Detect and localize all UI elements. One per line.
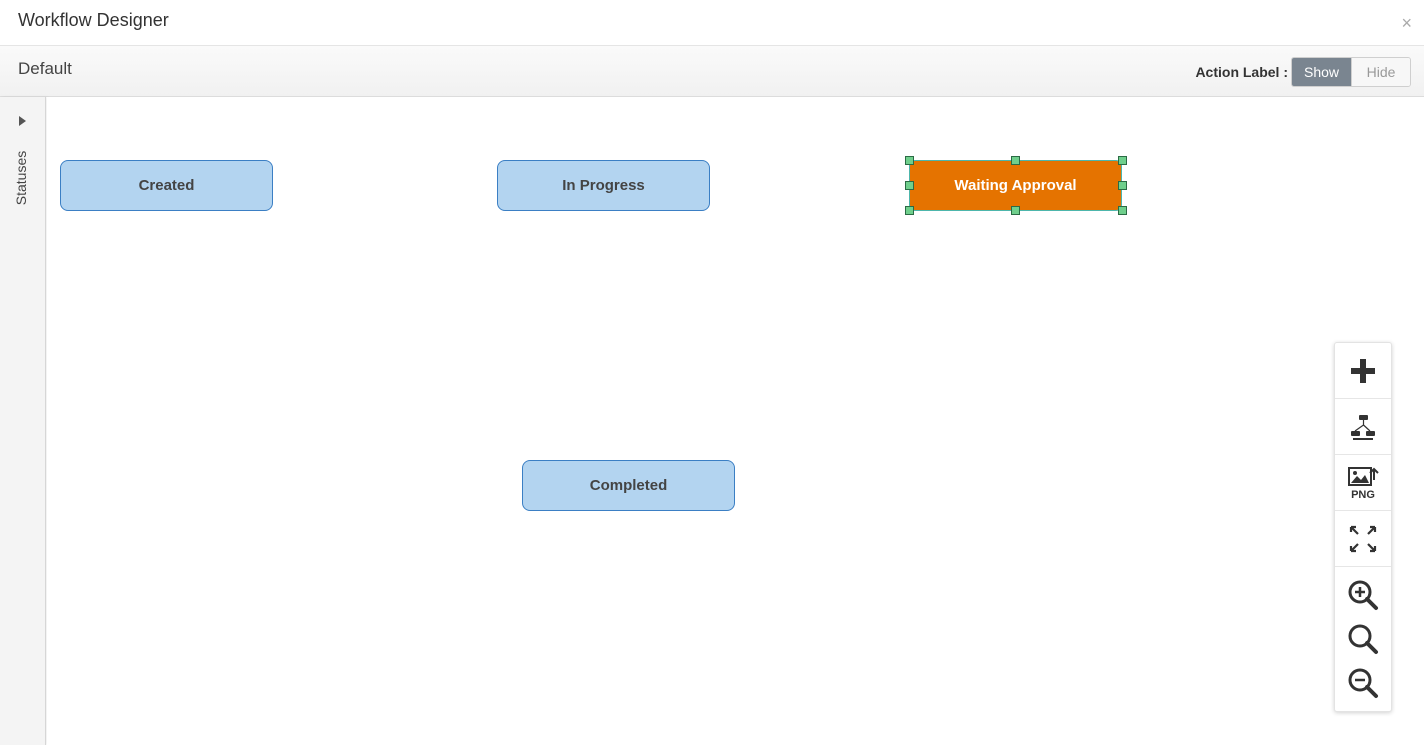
statuses-tab[interactable]: Statuses bbox=[6, 145, 36, 211]
workflow-name: Default bbox=[18, 59, 72, 78]
show-label-button[interactable]: Show bbox=[1292, 58, 1351, 86]
export-png-button[interactable]: PNG bbox=[1335, 455, 1391, 511]
zoom-in-button[interactable] bbox=[1335, 573, 1391, 617]
zoom-reset-button[interactable] bbox=[1335, 617, 1391, 661]
resize-handle-nw[interactable] bbox=[905, 156, 914, 165]
png-label: PNG bbox=[1351, 489, 1375, 500]
resize-handle-e[interactable] bbox=[1118, 181, 1127, 190]
zoom-reset-icon bbox=[1348, 624, 1378, 654]
statuses-label: Statuses bbox=[13, 150, 30, 206]
status-node-in-progress[interactable]: In Progress bbox=[497, 160, 710, 211]
auto-layout-button[interactable] bbox=[1335, 399, 1391, 455]
designer-toolbar: Default Action Label : Show Hide bbox=[0, 46, 1424, 97]
zoom-in-icon bbox=[1348, 580, 1378, 610]
status-node-created[interactable]: Created bbox=[60, 160, 273, 211]
resize-handle-w[interactable] bbox=[905, 181, 914, 190]
resize-handle-s[interactable] bbox=[1011, 206, 1020, 215]
action-label-toggle: Show Hide bbox=[1291, 57, 1411, 87]
status-node-waiting-approval[interactable]: Waiting Approval bbox=[909, 160, 1122, 211]
action-label-caption: Action Label : bbox=[1195, 64, 1288, 80]
resize-handle-n[interactable] bbox=[1011, 156, 1020, 165]
export-png-icon: PNG bbox=[1348, 466, 1379, 500]
status-node-completed[interactable]: Completed bbox=[522, 460, 735, 511]
auto-layout-icon bbox=[1351, 414, 1375, 440]
plus-icon bbox=[1351, 358, 1375, 383]
window-title: Workflow Designer bbox=[18, 10, 169, 30]
workflow-canvas[interactable]: Created In Progress Waiting Approval Com… bbox=[47, 97, 1424, 745]
fit-screen-icon bbox=[1349, 525, 1377, 552]
resize-handle-se[interactable] bbox=[1118, 206, 1127, 215]
resize-handle-sw[interactable] bbox=[905, 206, 914, 215]
expand-panel-icon[interactable] bbox=[19, 116, 26, 126]
statuses-panel: Statuses bbox=[0, 97, 46, 745]
fit-screen-button[interactable] bbox=[1335, 511, 1391, 567]
workflow-designer: Workflow Designer × Default Action Label… bbox=[0, 0, 1424, 745]
zoom-out-button[interactable] bbox=[1335, 661, 1391, 705]
canvas-tools: PNG bbox=[1334, 342, 1392, 712]
resize-handle-ne[interactable] bbox=[1118, 156, 1127, 165]
add-status-button[interactable] bbox=[1335, 343, 1391, 399]
title-bar: Workflow Designer × bbox=[0, 0, 1424, 46]
hide-label-button[interactable]: Hide bbox=[1351, 58, 1410, 86]
zoom-out-icon bbox=[1348, 668, 1378, 698]
close-button[interactable]: × bbox=[1401, 14, 1412, 32]
